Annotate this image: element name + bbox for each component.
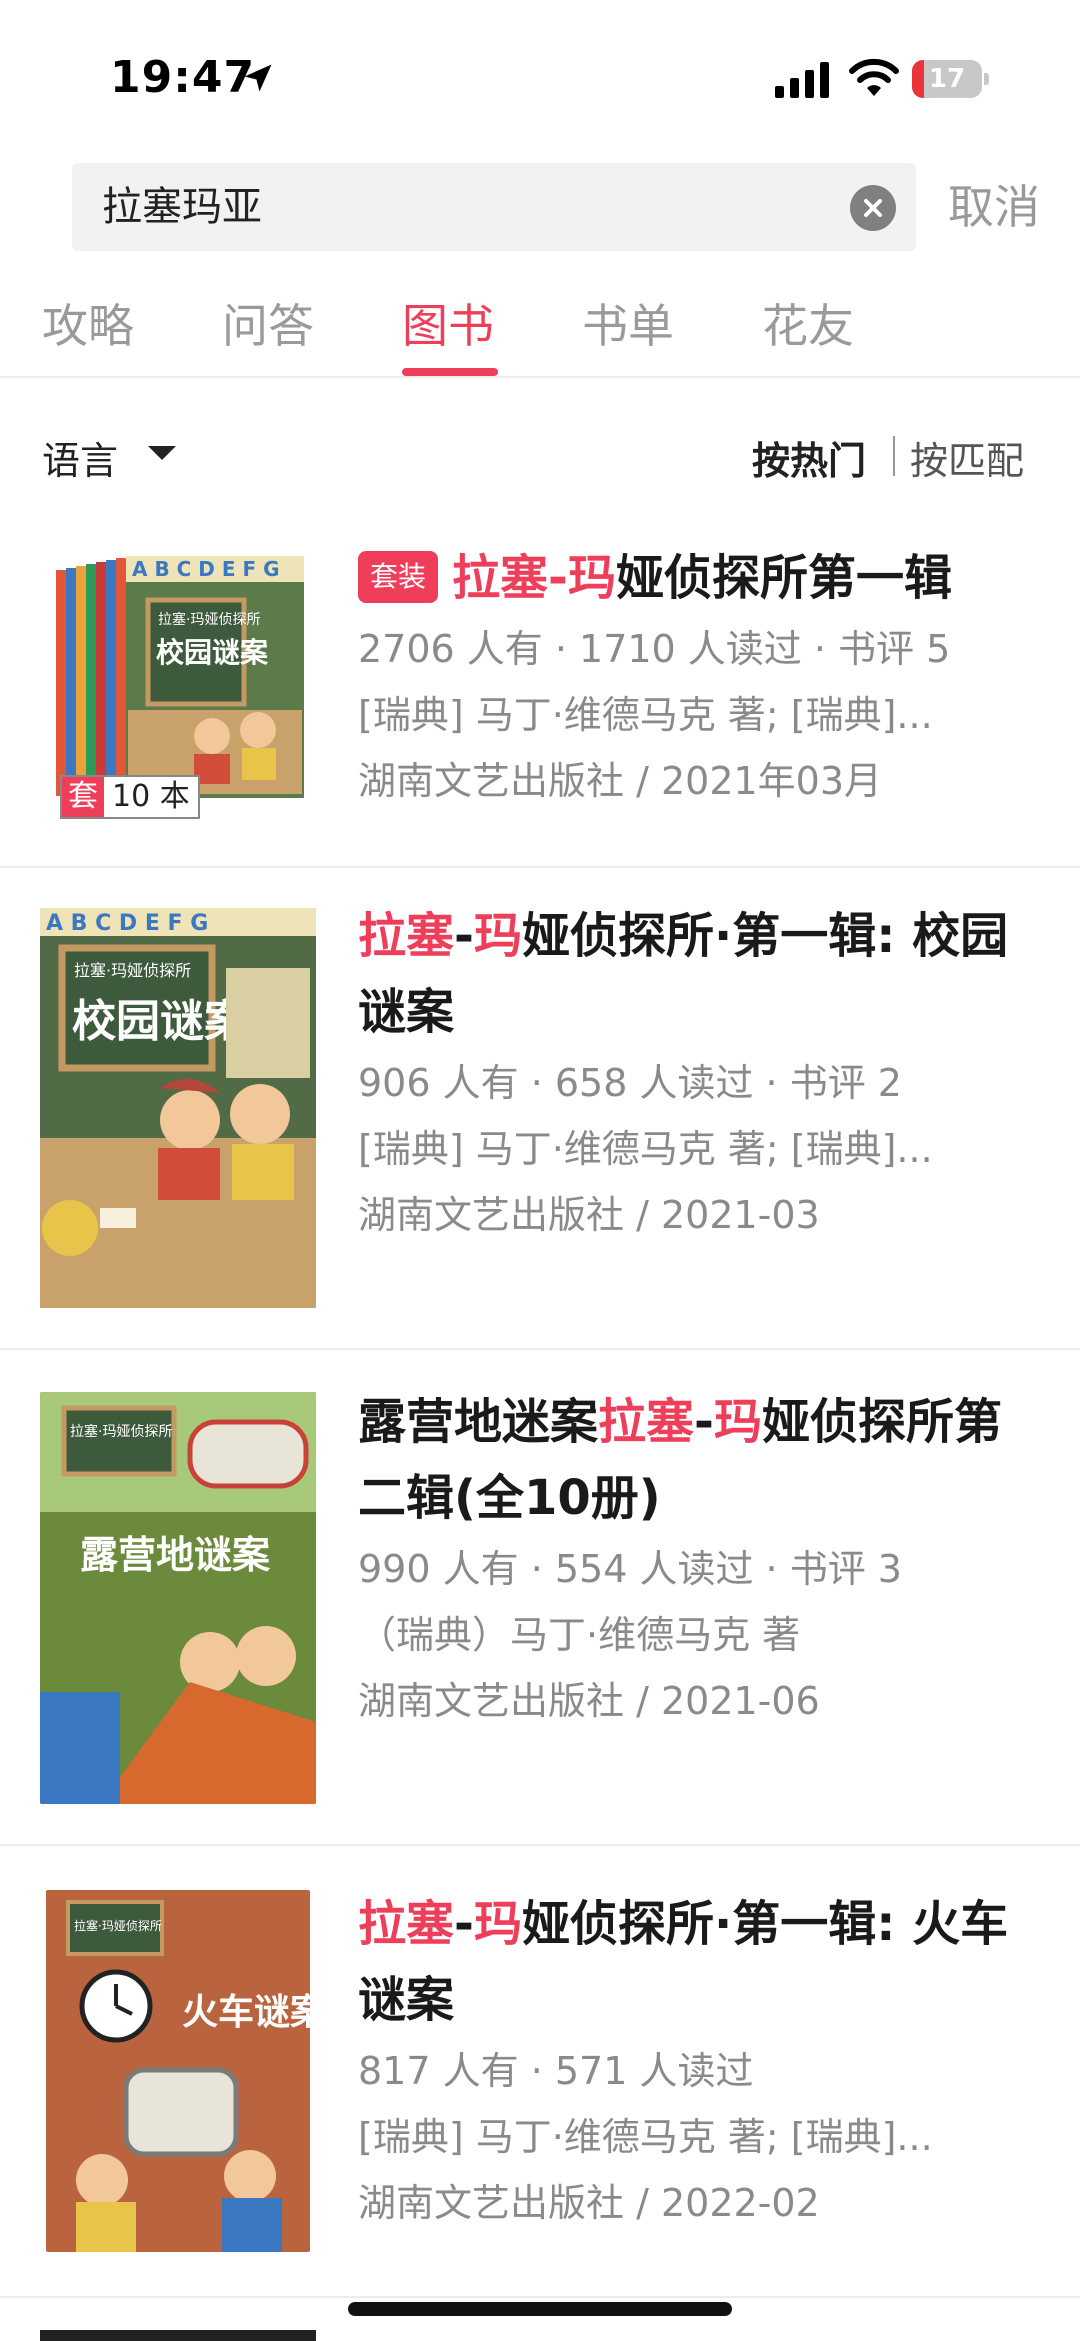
category-tabs: 攻略 问答 图书 书单 花友: [0, 280, 1080, 378]
book-title[interactable]: 拉塞-玛娅侦探所·第一辑: 校园谜案: [358, 898, 1048, 1050]
svg-text:拉塞·玛娅侦探所: 拉塞·玛娅侦探所: [70, 1423, 172, 1440]
svg-text:露营地谜案: 露营地谜案: [80, 1533, 271, 1577]
clear-search-button[interactable]: [850, 185, 896, 231]
clock: 19:47: [110, 52, 256, 103]
book-item[interactable]: A B C D E F G 拉塞·玛娅侦探所 校园谜案 套 10 本 套装 拉塞-…: [0, 510, 1080, 868]
set-badge-count: 10 本: [112, 779, 190, 814]
book-cover[interactable]: 拉塞·玛娅侦探所 火车谜案: [46, 1890, 310, 2252]
tab-friends[interactable]: 花友: [762, 290, 854, 356]
book-publisher: 湖南文艺出版社 / 2021年03月: [358, 759, 883, 803]
location-arrow-icon: [244, 64, 272, 92]
svg-text:拉塞·玛娅侦探所: 拉塞·玛娅侦探所: [74, 961, 191, 980]
svg-text:拉塞·玛娅侦探所: 拉塞·玛娅侦探所: [74, 1918, 162, 1933]
svg-text:校园谜案: 校园谜案: [72, 996, 249, 1047]
book-info: 套装 拉塞-玛娅侦探所第一辑 2706 人有 · 1710 人读过 · 书评 5 …: [358, 540, 1048, 814]
book-info: 露营地迷案拉塞-玛娅侦探所第二辑(全10册) 990 人有 · 554 人读过 …: [358, 1384, 1048, 1734]
book-item[interactable]: 拉塞·玛娅侦探所 露营地谜案 露营地迷案拉塞-玛娅侦探所第二辑(全10册) 99…: [0, 1350, 1080, 1846]
set-badge-label: 套: [62, 777, 104, 817]
close-icon: [864, 199, 882, 217]
active-tab-indicator: [402, 368, 498, 376]
caret-down-icon: [148, 446, 176, 460]
status-bar: 19:47 17: [0, 0, 1080, 150]
book-title[interactable]: 套装 拉塞-玛娅侦探所第一辑: [358, 540, 1048, 616]
filter-row: 语言 按热门 按匹配: [0, 420, 1080, 490]
book-author: （瑞典）马丁·维德马克 著: [358, 1613, 801, 1657]
book-cover-image: A B C D E F G 拉塞·玛娅侦探所 校园谜案: [40, 908, 316, 1308]
book-info: 拉塞-玛娅侦探所·第一辑: 校园谜案 906 人有 · 658 人读过 · 书评…: [358, 898, 1048, 1248]
battery-percent: 17: [928, 64, 966, 94]
book-publisher: 湖南文艺出版社 / 2021-03: [358, 1193, 820, 1237]
svg-text:校园谜案: 校园谜案: [156, 636, 269, 669]
book-author: [瑞典] 马丁·维德马克 著; [瑞典]...: [358, 1127, 933, 1171]
search-query[interactable]: 拉塞玛亚: [102, 163, 262, 251]
set-count-badge: 套 10 本: [60, 775, 200, 819]
cellular-signal-icon: [775, 62, 829, 98]
book-cover-image: 拉塞·玛娅侦探所 火车谜案: [46, 1890, 310, 2252]
sort-divider: [893, 436, 895, 476]
book-cover-image: 拉塞·玛娅侦探所 露营地谜案: [40, 1392, 316, 1804]
book-author: [瑞典] 马丁·维德马克 著; [瑞典]...: [358, 2115, 933, 2159]
svg-text:A B C D E F G: A B C D E F G: [132, 557, 280, 581]
set-tag: 套装: [358, 551, 439, 603]
book-stats: 906 人有 · 658 人读过 · 书评 2: [358, 1061, 902, 1105]
svg-text:拉塞·玛娅侦探所: 拉塞·玛娅侦探所: [158, 611, 260, 628]
book-item[interactable]: 拉塞·玛娅侦探所 火车谜案 拉塞-玛娅侦探所·第一辑: 火车谜案 817 人有 …: [0, 1846, 1080, 2298]
home-indicator[interactable]: [348, 2302, 732, 2316]
book-cover[interactable]: 拉塞·玛娅侦探所 露营地谜案: [40, 1392, 316, 1804]
battery-tip: [984, 73, 989, 85]
tab-guides[interactable]: 攻略: [42, 290, 134, 356]
search-input[interactable]: 拉塞玛亚: [72, 163, 916, 251]
wifi-icon: [849, 58, 899, 96]
book-info: 拉塞-玛娅侦探所·第一辑: 火车谜案 817 人有 · 571 人读过 [瑞典]…: [358, 1886, 1048, 2236]
tab-books[interactable]: 图书: [402, 290, 494, 356]
tab-qa[interactable]: 问答: [222, 290, 314, 356]
sort-by-relevance[interactable]: 按匹配: [910, 430, 1024, 485]
language-filter-label: 语言: [42, 439, 119, 483]
tab-booklists[interactable]: 书单: [582, 290, 674, 356]
next-book-cover-peek: [40, 2330, 316, 2341]
book-publisher: 湖南文艺出版社 / 2022-02: [358, 2181, 820, 2225]
book-publisher: 湖南文艺出版社 / 2021-06: [358, 1679, 820, 1723]
book-author: [瑞典] 马丁·维德马克 著; [瑞典]...: [358, 693, 933, 737]
cancel-button[interactable]: 取消: [948, 163, 1040, 251]
book-stats: 990 人有 · 554 人读过 · 书评 3: [358, 1547, 902, 1591]
svg-text:A B C D E F G: A B C D E F G: [46, 911, 208, 936]
book-cover[interactable]: A B C D E F G 拉塞·玛娅侦探所 校园谜案: [40, 908, 316, 1308]
battery-indicator: 17: [912, 60, 989, 98]
svg-text:火车谜案: 火车谜案: [182, 1992, 310, 2033]
book-stats: 817 人有 · 571 人读过: [358, 2049, 754, 2093]
book-title[interactable]: 拉塞-玛娅侦探所·第一辑: 火车谜案: [358, 1886, 1048, 2038]
book-stats: 2706 人有 · 1710 人读过 · 书评 5: [358, 627, 951, 671]
sort-by-popular[interactable]: 按热门: [752, 430, 866, 485]
battery-body: 17: [912, 60, 982, 98]
book-title[interactable]: 露营地迷案拉塞-玛娅侦探所第二辑(全10册): [358, 1384, 1048, 1536]
book-item[interactable]: A B C D E F G 拉塞·玛娅侦探所 校园谜案 拉塞-玛娅侦探所·第一辑…: [0, 868, 1080, 1350]
